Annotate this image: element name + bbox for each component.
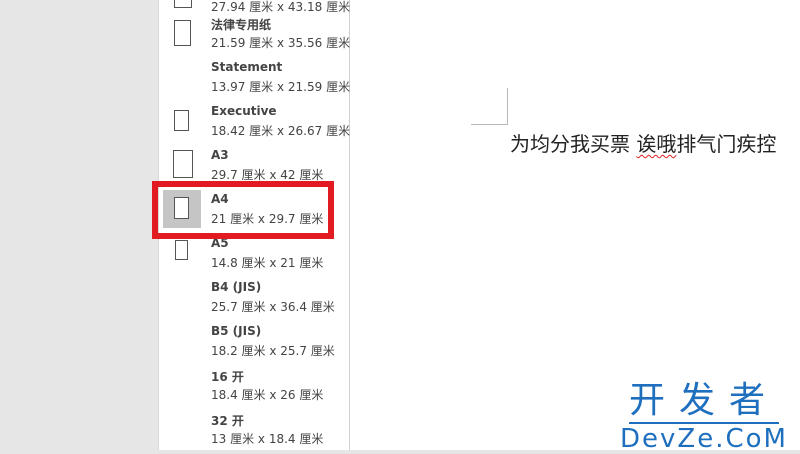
paper-size-dims: 27.94 厘米 x 43.18 厘米: [211, 0, 351, 14]
margin-corner-mark: [471, 124, 508, 125]
document-page[interactable]: 为均分我买票 诶哦排气门疾控 开发者 DevZe.CoM: [350, 0, 800, 454]
paper-size-name: Executive: [211, 104, 277, 118]
paper-size-dims: 18.4 厘米 x 26 厘米: [211, 388, 324, 402]
paper-size-item-16k[interactable]: 16 开 18.4 厘米 x 26 厘米: [159, 366, 349, 410]
paper-size-name: B5 (JIS): [211, 324, 262, 338]
paper-size-dims: 14.8 厘米 x 21 厘米: [211, 256, 324, 270]
paper-size-item-a5[interactable]: A5 14.8 厘米 x 21 厘米: [159, 234, 349, 278]
site-watermark-logo: 开发者 DevZe.CoM: [620, 382, 788, 454]
annotation-highlight-box: [152, 181, 334, 239]
paper-size-dims: 21.59 厘米 x 35.56 厘米: [211, 36, 351, 50]
paper-size-item-b4-jis[interactable]: B4 (JIS) 25.7 厘米 x 36.4 厘米: [159, 278, 349, 322]
paper-size-name: 16 开: [211, 370, 244, 384]
left-gutter: [0, 0, 158, 450]
page-thumbnail-icon: [164, 234, 200, 272]
page-thumbnail-icon: [164, 102, 200, 140]
paper-size-name: 32 开: [211, 414, 244, 428]
paper-size-name: A3: [211, 148, 229, 162]
page-thumbnail-icon: [164, 146, 200, 184]
watermark-cn: 开发者: [629, 380, 780, 421]
paper-size-item-legal[interactable]: 法律专用纸 21.59 厘米 x 35.56 厘米: [159, 14, 351, 58]
paper-size-dims: 13 厘米 x 18.4 厘米: [211, 432, 324, 446]
paper-size-name: 法律专用纸: [211, 18, 272, 32]
document-body-text[interactable]: 为均分我买票 诶哦排气门疾控: [510, 128, 776, 157]
page-thumbnail-icon: [164, 14, 200, 52]
paper-size-item-executive[interactable]: Executive 18.42 厘米 x 26.67 厘米: [159, 102, 351, 146]
paper-size-name: B4 (JIS): [211, 280, 262, 294]
margin-corner-mark: [507, 88, 508, 124]
paper-size-name: Statement: [211, 60, 283, 74]
spellcheck-flagged-text: 诶哦: [636, 132, 677, 156]
doc-text-segment: 排气门疾控: [676, 132, 777, 156]
paper-size-item-statement[interactable]: Statement 13.97 厘米 x 21.59 厘米: [159, 58, 351, 102]
paper-size-dims: 18.2 厘米 x 25.7 厘米: [211, 344, 335, 358]
paper-size-dims: 13.97 厘米 x 21.59 厘米: [211, 80, 351, 94]
paper-size-item-b5-jis[interactable]: B5 (JIS) 18.2 厘米 x 25.7 厘米: [159, 322, 349, 366]
paper-size-dims: 25.7 厘米 x 36.4 厘米: [211, 300, 335, 314]
doc-text-segment: 为均分我买票: [510, 132, 637, 156]
paper-size-dims: 18.42 厘米 x 26.67 厘米: [211, 124, 351, 138]
paper-size-item-32k[interactable]: 32 开 13 厘米 x 18.4 厘米: [159, 410, 349, 454]
